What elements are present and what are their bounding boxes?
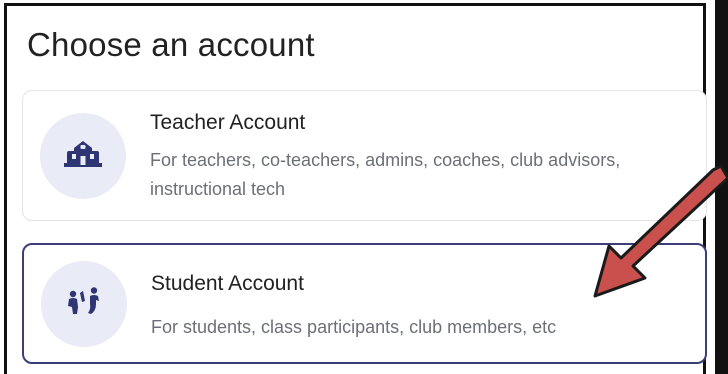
student-account-description: For students, class participants, club m… (151, 317, 557, 337)
teacher-avatar (40, 113, 126, 199)
pointer-arrow-annotation (593, 164, 728, 298)
students-group-icon (67, 286, 101, 322)
page-title: Choose an account (27, 26, 315, 63)
student-avatar (41, 261, 127, 347)
teacher-account-description: For teachers, co-teachers, admins, coach… (150, 150, 621, 199)
teacher-account-title: Teacher Account (150, 111, 306, 134)
school-building-icon (64, 140, 102, 172)
student-account-title: Student Account (151, 272, 304, 295)
